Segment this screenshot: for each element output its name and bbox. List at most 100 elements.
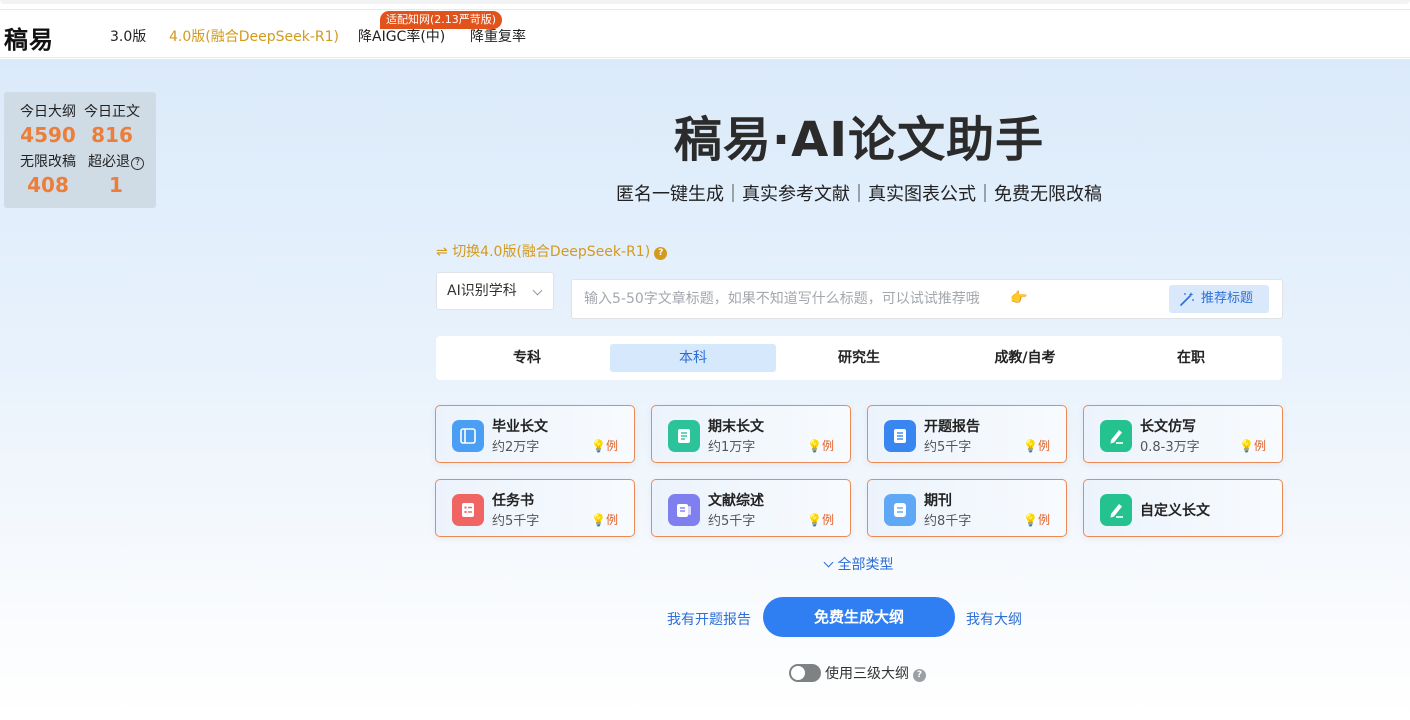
stat-label: 无限改稿 [20, 154, 76, 170]
card-name: 毕业长文 [492, 419, 548, 435]
page-title: 稿易·AI论文助手 [673, 112, 1045, 168]
card-name: 长文仿写 [1140, 419, 1196, 435]
lightbulb-icon: 💡 [1023, 513, 1038, 527]
example-label: 例 [1037, 439, 1050, 453]
tab-postgraduate[interactable]: 研究生 [776, 344, 942, 372]
card-name: 任务书 [492, 493, 534, 509]
lightbulb-icon: 💡 [591, 439, 606, 453]
switch-version-label: 切换4.0版(融合DeepSeek-R1) [452, 244, 651, 260]
three-level-outline-label: 使用三级大纲 [825, 666, 909, 682]
card-desc: 约8千字 [924, 514, 972, 529]
lightbulb-icon: 💡 [1239, 439, 1254, 453]
stat-value: 1 [109, 173, 123, 197]
title-input[interactable] [584, 280, 1164, 318]
subject-select[interactable]: AI识别学科 [436, 272, 554, 310]
example-label: 例 [605, 439, 618, 453]
have-proposal-link[interactable]: 我有开题报告 [667, 609, 751, 629]
example-label: 例 [605, 513, 618, 527]
lightbulb-icon: 💡 [1023, 439, 1038, 453]
card-journal[interactable]: 期刊 约8千字 💡例 [867, 479, 1067, 537]
stat-value: 408 [27, 173, 69, 197]
three-level-outline-toggle[interactable] [789, 664, 821, 682]
pointing-hand-icon: 👉 [1010, 290, 1028, 306]
stat-value: 816 [91, 123, 133, 147]
stat-value: 4590 [20, 123, 76, 147]
card-name: 期刊 [924, 493, 952, 509]
recommend-title-button[interactable]: 推荐标题 [1169, 285, 1269, 313]
example-link[interactable]: 💡例 [807, 437, 834, 454]
three-level-outline-row: 使用三级大纲? [789, 663, 926, 683]
browser-top-strip [0, 0, 1410, 10]
card-desc: 约5千字 [708, 514, 756, 529]
example-link[interactable]: 💡例 [591, 511, 618, 528]
example-label: 例 [1037, 513, 1050, 527]
example-link[interactable]: 💡例 [591, 437, 618, 454]
nav-item-reduce-duplication[interactable]: 降重复率 [470, 26, 526, 46]
card-name: 文献综述 [708, 493, 764, 509]
all-types-toggle[interactable]: 全部类型 [436, 554, 1282, 574]
stat-label: 超必退? [77, 151, 155, 171]
page-subtitle: 匿名一键生成｜真实参考文献｜真实图表公式｜免费无限改稿 [616, 184, 1102, 205]
logo[interactable]: 稿易 [4, 20, 54, 55]
card-desc: 约1万字 [708, 440, 756, 455]
chevron-down-icon [823, 557, 833, 568]
card-task-book[interactable]: 任务书 约5千字 💡例 [435, 479, 635, 537]
card-name: 自定义长文 [1140, 503, 1210, 519]
card-imitation-writing[interactable]: 长文仿写 0.8-3万字 💡例 [1083, 405, 1283, 463]
pen-icon [1100, 494, 1132, 526]
journal-icon [884, 494, 916, 526]
card-desc: 0.8-3万字 [1140, 440, 1200, 455]
stat-today-body: 今日正文 816 [77, 101, 147, 147]
nav-item-v4[interactable]: 4.0版(融合DeepSeek-R1) [169, 26, 339, 46]
literature-icon [668, 494, 700, 526]
tab-on-the-job[interactable]: 在职 [1108, 344, 1274, 372]
stat-label: 今日正文 [84, 104, 140, 120]
example-link[interactable]: 💡例 [1023, 437, 1050, 454]
card-desc: 约2万字 [492, 440, 540, 455]
cnki-badge: 适配知网(2.13严苛版) [380, 11, 503, 29]
example-link[interactable]: 💡例 [1239, 437, 1266, 454]
example-link[interactable]: 💡例 [807, 511, 834, 528]
have-outline-link[interactable]: 我有大纲 [966, 609, 1022, 629]
nav-item-v3[interactable]: 3.0版 [110, 26, 146, 46]
scroll-strip [0, 0, 1410, 4]
tab-undergraduate[interactable]: 本科 [610, 344, 776, 372]
question-icon[interactable]: ? [131, 157, 144, 170]
tab-adult-education[interactable]: 成教/自考 [942, 344, 1108, 372]
card-final-paper[interactable]: 期末长文 约1万字 💡例 [651, 405, 851, 463]
card-proposal-report[interactable]: 开题报告 约5千字 💡例 [867, 405, 1067, 463]
help-icon[interactable]: ? [654, 247, 668, 260]
nav-item-reduce-aigc[interactable]: 降AIGC率(中) [358, 26, 445, 46]
example-label: 例 [1253, 439, 1266, 453]
card-desc: 约5千字 [924, 440, 972, 455]
title-input-container: 👉 推荐标题 [571, 279, 1283, 319]
generate-outline-button[interactable]: 免费生成大纲 [763, 597, 955, 637]
recommend-title-label: 推荐标题 [1201, 291, 1254, 306]
stat-unlimited-revision: 无限改稿 408 [13, 151, 83, 197]
lightbulb-icon: 💡 [807, 439, 822, 453]
chevron-down-icon [532, 285, 543, 296]
document-icon [668, 420, 700, 452]
book-icon [452, 420, 484, 452]
switch-icon: ⇌ [436, 244, 448, 260]
stat-refund: 超必退? 1 [77, 151, 155, 197]
card-desc: 约5千字 [492, 514, 540, 529]
help-icon[interactable]: ? [913, 669, 926, 682]
lightbulb-icon: 💡 [591, 513, 606, 527]
card-graduation-paper[interactable]: 毕业长文 约2万字 💡例 [435, 405, 635, 463]
card-name: 开题报告 [924, 419, 980, 435]
card-literature-review[interactable]: 文献综述 约5千字 💡例 [651, 479, 851, 537]
report-icon [884, 420, 916, 452]
education-level-tabs: 专科 本科 研究生 成教/自考 在职 [436, 336, 1282, 380]
top-navbar: 稿易 3.0版 4.0版(融合DeepSeek-R1) 降AIGC率(中) 降重… [0, 10, 1410, 58]
subject-select-value: AI识别学科 [447, 283, 517, 299]
tab-junior-college[interactable]: 专科 [444, 344, 610, 372]
card-name: 期末长文 [708, 419, 764, 435]
example-link[interactable]: 💡例 [1023, 511, 1050, 528]
card-custom-paper[interactable]: 自定义长文 [1083, 479, 1283, 537]
pen-icon [1100, 420, 1132, 452]
example-label: 例 [821, 439, 834, 453]
stat-label-text: 超必退 [88, 154, 130, 170]
switch-version-link[interactable]: ⇌ 切换4.0版(融合DeepSeek-R1)? [436, 241, 668, 261]
example-label: 例 [821, 513, 834, 527]
